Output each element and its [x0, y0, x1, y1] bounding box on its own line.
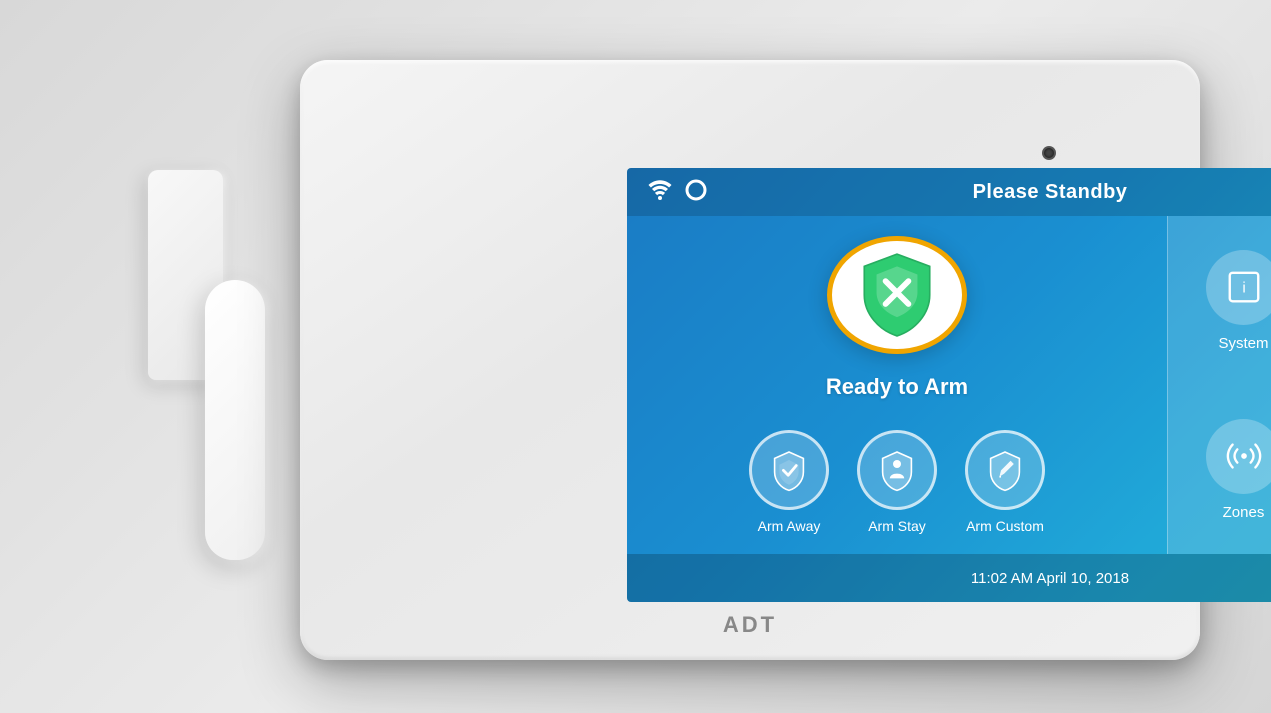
shield-button[interactable] — [827, 236, 967, 354]
arm-away-label: Arm Away — [758, 518, 821, 534]
arm-stay-circle — [857, 430, 937, 510]
screen: Please Standby — [627, 168, 1271, 602]
system-label: System — [1218, 335, 1268, 352]
wifi-icon — [647, 180, 673, 205]
camera — [1044, 148, 1054, 158]
top-bar: Please Standby — [627, 168, 1271, 216]
main-content: Ready to Arm Ar — [627, 216, 1271, 554]
arm-custom-circle — [965, 430, 1045, 510]
zones-circle — [1206, 419, 1271, 494]
arm-stay-button[interactable]: Arm Stay — [857, 430, 937, 534]
zones-label: Zones — [1223, 504, 1265, 521]
arm-custom-label: Arm Custom — [966, 518, 1044, 534]
arm-buttons: Arm Away — [749, 430, 1045, 534]
scene: Please Standby — [0, 0, 1271, 713]
tablet-device: Please Standby — [300, 60, 1200, 660]
arm-away-button[interactable]: Arm Away — [749, 430, 829, 534]
arm-away-circle — [749, 430, 829, 510]
sensor-front — [205, 280, 265, 560]
system-circle: i — [1206, 250, 1271, 325]
adt-logo: ADT — [723, 612, 777, 638]
panel-divider — [1167, 216, 1168, 554]
datetime-text: 11:02 AM April 10, 2018 — [627, 570, 1271, 587]
system-button[interactable]: i System — [1167, 216, 1271, 385]
bottom-bar: 11:02 AM April 10, 2018 — [627, 554, 1271, 602]
svg-text:i: i — [1242, 280, 1245, 297]
header-title: Please Standby — [707, 181, 1271, 204]
arm-custom-button[interactable]: Arm Custom — [965, 430, 1045, 534]
ring-icon — [685, 179, 707, 206]
left-panel: Ready to Arm Ar — [627, 216, 1167, 554]
arm-stay-label: Arm Stay — [868, 518, 926, 534]
zones-button[interactable]: Zones — [1167, 385, 1271, 554]
ready-to-arm-text: Ready to Arm — [826, 374, 968, 400]
status-icons-left — [647, 179, 707, 206]
right-panel: i System — [1167, 216, 1271, 554]
